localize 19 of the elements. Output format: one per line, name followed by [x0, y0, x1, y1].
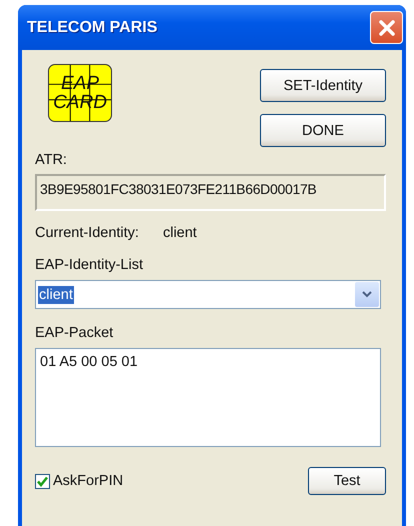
dropdown-value: client — [38, 286, 74, 304]
set-identity-button[interactable]: SET-Identity — [260, 69, 386, 102]
dropdown-button[interactable] — [355, 282, 379, 307]
window-title: TELECOM PARIS — [27, 18, 158, 36]
close-button[interactable] — [370, 11, 403, 44]
packet-label: EAP-Packet — [35, 325, 114, 341]
atr-field[interactable]: 3B9E95801FC38031E073FE211B66D00017B — [35, 174, 386, 211]
atr-label: ATR: — [35, 152, 68, 168]
packet-text-area[interactable]: 01 A5 00 05 01 — [35, 348, 381, 447]
check-icon — [36, 474, 49, 488]
chevron-down-icon — [362, 291, 372, 298]
current-identity-label: Current-Identity: — [35, 225, 139, 241]
done-button[interactable]: DONE — [260, 114, 386, 147]
identity-dropdown[interactable]: client — [35, 280, 381, 309]
identity-list-label: EAP-Identity-List — [35, 257, 144, 273]
current-identity-value: client — [162, 225, 197, 241]
checkbox[interactable] — [35, 474, 50, 488]
test-button[interactable]: Test — [308, 467, 386, 495]
checkbox-label: AskForPIN — [53, 473, 124, 489]
